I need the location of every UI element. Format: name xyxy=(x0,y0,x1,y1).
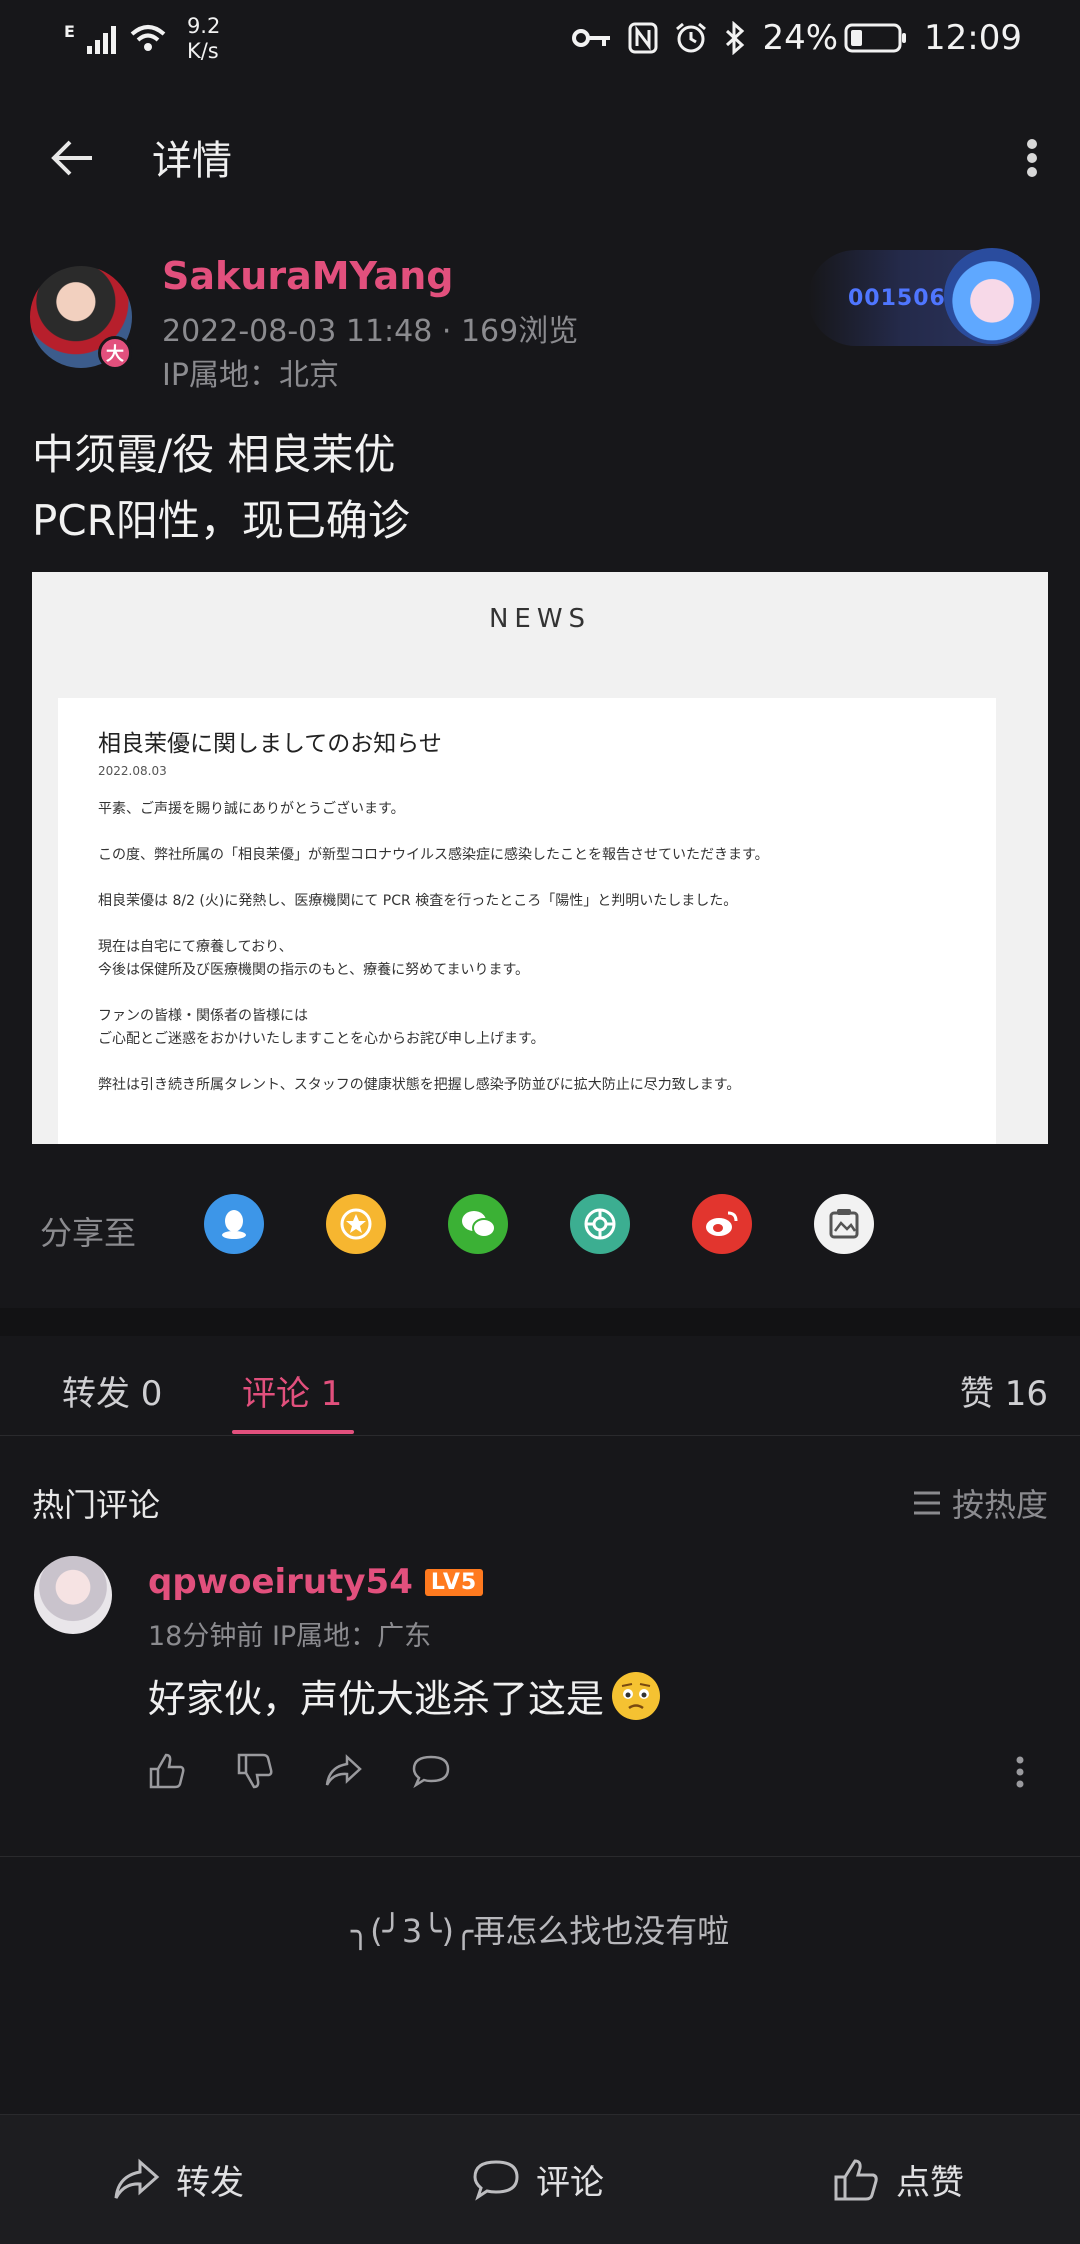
post-text-line-1: 中须霞/役 相良茉优 xyxy=(32,430,396,479)
news-title: 相良茉優に関しましてのお知らせ xyxy=(98,731,442,757)
comment-more-button[interactable] xyxy=(1000,1752,1040,1792)
speech-bubble-icon xyxy=(412,1755,450,1789)
level-badge: LV5 xyxy=(424,1568,484,1596)
news-paragraph: この度、弊社所属の「相良茉優」が新型コロナウイルス感染症に感染したことを報告させ… xyxy=(98,847,769,863)
post-ip-location: IP属地：北京 xyxy=(162,358,339,393)
battery-percent: 24% xyxy=(762,18,839,58)
top-nav: 详情 xyxy=(0,110,1080,200)
qzone-icon[interactable] xyxy=(326,1194,386,1254)
sort-button[interactable]: 按热度 xyxy=(912,1480,1048,1526)
network-speed: 9.2 K/s xyxy=(186,14,221,63)
more-vertical-icon xyxy=(1027,139,1037,177)
speech-bubble-icon xyxy=(473,2159,519,2201)
post-text-line-2: PCR阳性，现已确诊 xyxy=(32,496,410,545)
network-type: E xyxy=(64,22,75,41)
verified-badge: 大 xyxy=(98,336,132,370)
like-label: 点赞 xyxy=(896,2163,964,2203)
wifi-icon xyxy=(130,25,166,51)
repost-label: 转发 xyxy=(176,2163,244,2203)
key-icon xyxy=(572,29,611,47)
comment-text: 好家伙，声优大逃杀了这是 xyxy=(148,1677,605,1721)
active-tab-indicator xyxy=(232,1430,354,1434)
news-paragraph: 弊社は引き続き所属タレント、スタッフの健康状態を把握し感染予防並びに拡大防止に尽… xyxy=(98,1077,741,1093)
decoration-character-image xyxy=(944,248,1040,344)
news-paragraph: 今後は保健所及び医療機関の指示のもと、療養に努めてまいります。 xyxy=(98,962,530,978)
news-paragraph: ファンの皆様・関係者の皆様には xyxy=(98,1008,308,1024)
repost-button[interactable]: 转发 xyxy=(112,2155,244,2204)
bluetooth-icon xyxy=(726,21,745,55)
page-title: 详情 xyxy=(152,138,232,184)
comment-like-button[interactable] xyxy=(146,1750,188,1792)
thumbs-up-icon xyxy=(149,1753,185,1789)
alarm-icon xyxy=(676,22,707,53)
back-button[interactable] xyxy=(44,130,100,186)
tab-repost[interactable]: 转发 0 xyxy=(62,1366,162,1415)
back-arrow-icon xyxy=(51,140,92,176)
comment-username[interactable]: qpwoeiruty54 xyxy=(148,1562,413,1602)
bottom-action-bar: 转发 评论 点赞 xyxy=(0,2114,1080,2244)
news-paragraph: 相良茉優は 8/2 (火)に発熱し、医療機関にて PCR 検査を行ったところ「陽… xyxy=(98,893,738,909)
news-paragraph: 平素、ご声援を賜り誠にありがとうございます。 xyxy=(98,801,405,817)
comment-username-row: qpwoeiruty54 LV5 xyxy=(148,1562,484,1602)
news-header: NEWS xyxy=(488,604,592,634)
comment-divider xyxy=(0,1856,1080,1857)
interaction-tabs: 转发 0 评论 1 赞 16 xyxy=(0,1336,1080,1436)
share-arrow-icon xyxy=(325,1754,362,1786)
save-image-icon[interactable] xyxy=(814,1194,874,1254)
news-body: 平素、ご声援を賜り誠にありがとうございます。 この度、弊社所属の「相良茉優」が新… xyxy=(98,798,978,1097)
signal-icon xyxy=(86,26,116,54)
tab-comment[interactable]: 评论 1 xyxy=(242,1366,342,1415)
status-left: E 9.2 K/s xyxy=(64,14,220,64)
post-image[interactable]: NEWS 相良茉優に関しましてのお知らせ 2022.08.03 平素、ご声援を賜… xyxy=(32,572,1048,1144)
share-label: 分享至 xyxy=(40,1214,137,1252)
share-icons xyxy=(204,1194,874,1254)
post-meta: 2022-08-03 11:48 · 169浏览 xyxy=(162,314,579,349)
tab-like[interactable]: 赞 16 xyxy=(960,1366,1048,1415)
status-bar: E 9.2 K/s 24% 12:09 xyxy=(0,0,1080,80)
sort-label: 按热度 xyxy=(951,1486,1048,1524)
share-arrow-icon xyxy=(114,2158,160,2199)
wechat-icon[interactable] xyxy=(448,1194,508,1254)
clock: 12:09 xyxy=(924,18,1022,58)
news-paragraph: 現在は自宅にて療養しており、 xyxy=(98,939,293,955)
qq-icon[interactable] xyxy=(204,1194,264,1254)
thumbs-up-icon xyxy=(834,2158,878,2200)
comment-dislike-button[interactable] xyxy=(234,1750,276,1792)
end-of-list-text: ╮(╯3╰)╭再怎么找也没有啦 xyxy=(350,1912,730,1950)
comment-share-button[interactable] xyxy=(322,1750,364,1792)
section-divider xyxy=(0,1308,1080,1336)
hot-comments-title: 热门评论 xyxy=(32,1486,161,1524)
battery: 24% xyxy=(762,18,908,58)
comment-reply-button[interactable] xyxy=(410,1750,452,1792)
post-text: 中须霞/役 相良茉优 PCR阳性，现已确诊 xyxy=(32,422,410,554)
comment-text-row: 好家伙，声优大逃杀了这是 xyxy=(148,1668,661,1723)
moments-icon[interactable] xyxy=(570,1194,630,1254)
thumbs-down-icon xyxy=(237,1753,273,1789)
author-name[interactable]: SakuraMYang xyxy=(162,254,453,298)
comment-meta: 18分钟前 IP属地：广东 xyxy=(148,1621,432,1652)
like-button[interactable]: 点赞 xyxy=(832,2155,964,2204)
comment-label: 评论 xyxy=(536,2163,604,2203)
worried-face-emoji-icon xyxy=(612,1671,661,1720)
weibo-icon[interactable] xyxy=(692,1194,752,1254)
comment-actions xyxy=(146,1750,452,1792)
list-icon xyxy=(913,1491,940,1515)
news-date: 2022.08.03 xyxy=(98,764,167,778)
more-options-button[interactable] xyxy=(1004,130,1060,186)
comment-button[interactable]: 评论 xyxy=(472,2155,604,2204)
comment-avatar[interactable] xyxy=(34,1556,112,1634)
news-paragraph: ご心配とご迷惑をおかけいたしますことを心からお詫び申し上げます。 xyxy=(98,1031,545,1047)
news-paper: 相良茉優に関しましてのお知らせ 2022.08.03 平素、ご声援を賜り誠にあり… xyxy=(58,698,996,1144)
status-right: 24% 12:09 xyxy=(572,18,1022,58)
more-vertical-icon xyxy=(1016,1756,1024,1788)
nfc-icon xyxy=(628,22,658,54)
battery-icon xyxy=(844,23,907,53)
decoration-number: 001506 xyxy=(848,286,946,311)
